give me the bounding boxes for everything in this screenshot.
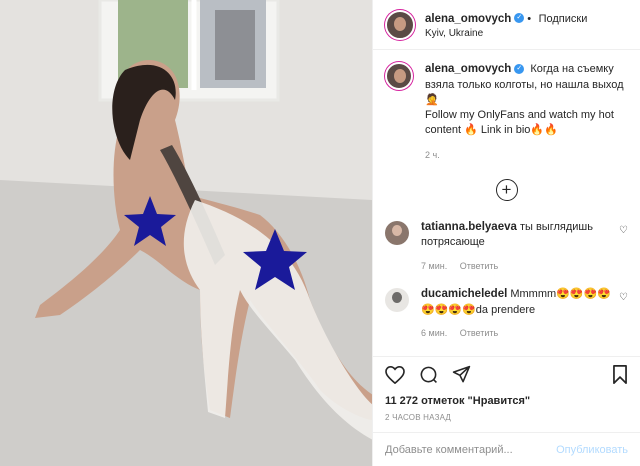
likes-count[interactable]: 11 272 отметок "Нравится": [385, 395, 628, 407]
load-more: +: [385, 178, 628, 201]
heart-icon[interactable]: [385, 365, 405, 389]
heart-icon[interactable]: ♡: [619, 292, 628, 303]
comment-item: ducamicheledel Mmmmm😍😍😍😍😍😍😍😍da prendere …: [385, 286, 628, 339]
caption-avatar[interactable]: [385, 62, 413, 90]
comment-input[interactable]: [385, 443, 557, 456]
comment-username[interactable]: tatianna.belyaeva: [421, 221, 517, 233]
location-link[interactable]: Kyiv, Ukraine: [425, 28, 587, 41]
caption-text-2: Follow my OnlyFans and watch my hot cont…: [425, 109, 614, 137]
verified-icon: ✓: [514, 64, 525, 75]
comment-icon[interactable]: [419, 365, 438, 389]
post-photo[interactable]: [0, 0, 373, 466]
caption: alena_omovych ✓ Когда на съемку взяла тол…: [385, 62, 628, 161]
comment-username[interactable]: ducamicheledel: [421, 288, 507, 300]
comment-avatar[interactable]: [385, 220, 409, 245]
caption-username[interactable]: alena_omovych: [425, 63, 511, 75]
photo-illustration: [0, 0, 372, 466]
heart-icon[interactable]: ♡: [619, 225, 628, 236]
header-username[interactable]: alena_omovych: [425, 13, 511, 25]
comment-item: tatianna.belyaeva ты выглядишь потрясающ…: [385, 219, 628, 272]
caption-time[interactable]: 2 ч.: [425, 149, 628, 161]
reply-button[interactable]: Ответить: [460, 328, 498, 338]
reply-button[interactable]: Ответить: [460, 261, 498, 271]
share-icon[interactable]: [452, 365, 471, 389]
action-bar: 11 272 отметок "Нравится" 2 ЧАСОВ НАЗАД: [373, 356, 640, 432]
comments-section: alena_omovych ✓ Когда на съемку взяла тол…: [373, 50, 640, 356]
comment-time[interactable]: 7 мин.: [421, 261, 447, 271]
post-timestamp[interactable]: 2 ЧАСОВ НАЗАД: [385, 413, 628, 422]
plus-circle-icon[interactable]: +: [495, 178, 518, 201]
bookmark-icon[interactable]: [612, 365, 628, 389]
add-comment-bar: Опубликовать: [373, 432, 640, 466]
avatar[interactable]: [385, 9, 415, 40]
comment-time[interactable]: 6 мин.: [421, 328, 447, 338]
follow-button[interactable]: Подписки: [539, 13, 588, 25]
verified-icon: ✓: [514, 13, 525, 24]
comment-avatar[interactable]: [385, 288, 409, 313]
publish-button[interactable]: Опубликовать: [556, 444, 628, 456]
post-sidebar: alena_omovych ✓ • Подписки Kyiv, Ukraine a…: [373, 0, 640, 466]
separator-dot: •: [527, 13, 532, 26]
post-header: alena_omovych ✓ • Подписки Kyiv, Ukraine: [373, 0, 640, 50]
